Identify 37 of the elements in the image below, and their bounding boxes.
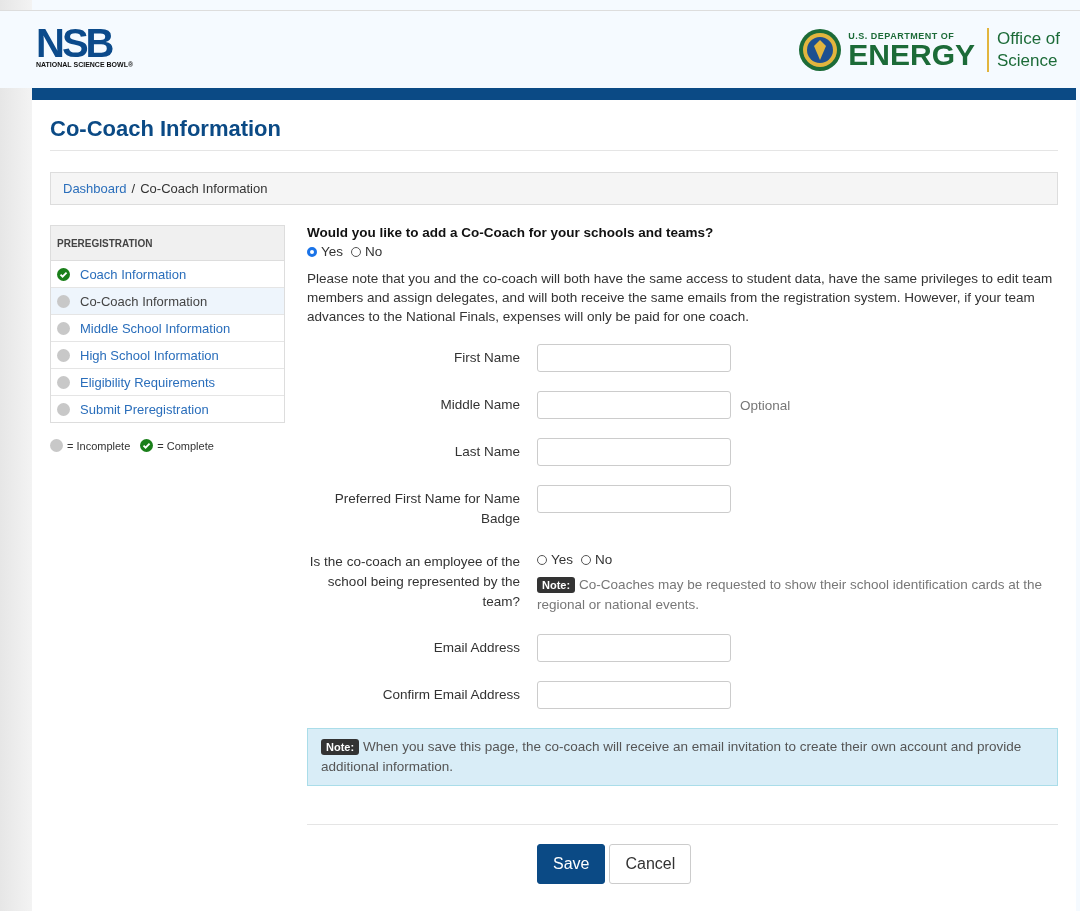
field-label: Middle Name [439,396,520,414]
energy-wordmark: ENERGY [848,40,975,69]
breadcrumb-link[interactable]: Dashboard [63,181,127,196]
question-text: Would you like to add a Co-Coach for your schools and teams? [307,225,715,240]
input-field[interactable] [537,634,731,662]
department-label: U.S. DEPARTMENT OF [848,30,956,41]
seal-icon [798,27,843,72]
sidebar-item[interactable]: Co-Coach Information [51,287,284,314]
field-label: Is the co-coach an employee of the school being represented by the team? [308,553,520,611]
sidebar-heading: PREREGISTRATION [51,226,284,261]
input-field[interactable] [537,391,731,419]
notice-text: Please note that you and the co-coach will both have the same access to student data, have the same privileges to edit team members and assign delegates, and will both receive the same emails from the registration system. However, if your team advances to the National Finals, expenses will only be paid for one coach. [307,270,1054,326]
field-label: Last Name [453,443,520,461]
note-text: Note: Co-Coaches may be requested to show their school identification cards at the regional or national events. [537,576,1044,614]
radio-option[interactable]: No [351,244,383,259]
field-label: Email Address [432,639,520,657]
field-label: Preferred First Name for Name Badge [333,490,520,528]
field-label: First Name [453,349,520,367]
radio-option[interactable]: Yes [307,244,344,259]
save-button[interactable]: Save [537,844,606,884]
legend-label: = Complete [157,439,214,452]
radio-option[interactable]: No [581,552,613,567]
breadcrumb-separator: / [131,181,136,196]
radio-option[interactable]: Yes [537,552,574,567]
input-field[interactable] [537,344,731,372]
input-field[interactable] [537,438,731,466]
optional-hint: Optional [740,397,791,413]
input-field[interactable] [537,681,731,709]
office-label: Office of [997,27,1060,50]
breadcrumb-current: Co-Coach Information [140,181,268,196]
legend-label: = Incomplete [67,439,131,452]
page-title: Co-Coach Information [50,100,1058,151]
alert-text: Note: When you save this page, the co-coach will receive an email invitation to create their own account and provide additional information. [321,738,1023,776]
office-label: Science [997,49,1059,72]
cancel-button[interactable]: Cancel [609,844,692,884]
input-field[interactable] [537,485,731,513]
field-label: Confirm Email Address [381,686,520,704]
